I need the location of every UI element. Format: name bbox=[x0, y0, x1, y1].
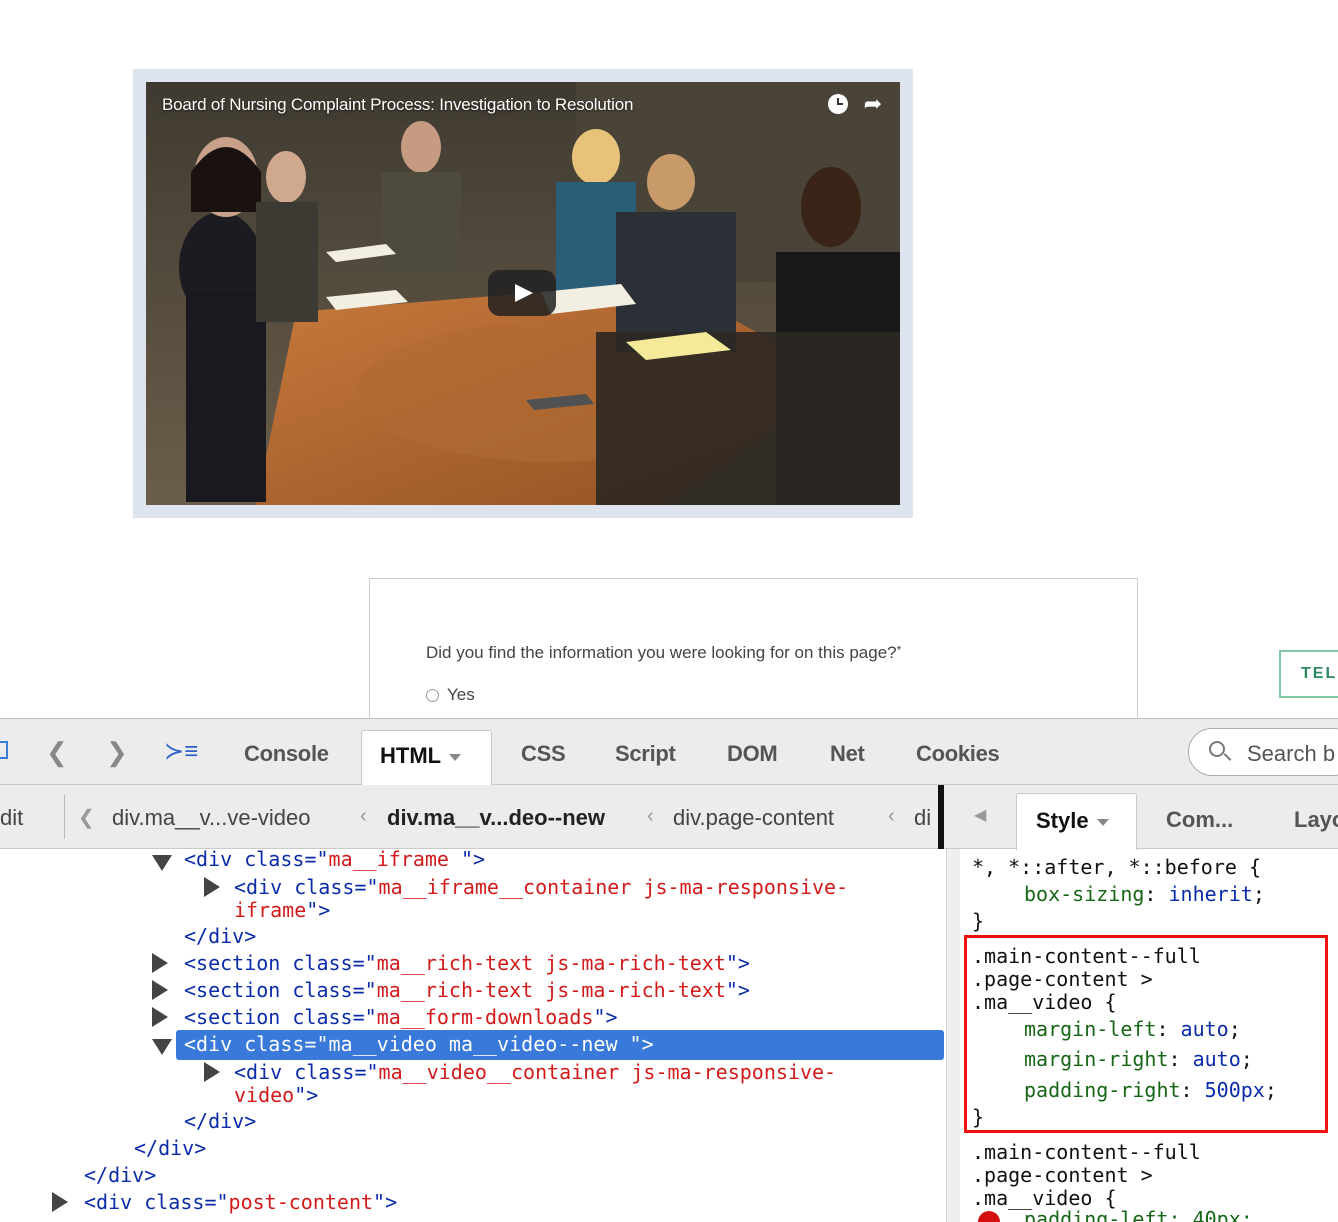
rule-selector: .main-content--full bbox=[972, 1140, 1201, 1164]
collapse-twisty-icon[interactable] bbox=[152, 980, 168, 1000]
play-button[interactable] bbox=[488, 270, 556, 316]
share-icon[interactable]: ➦ bbox=[864, 93, 882, 115]
tree-close: </div> bbox=[84, 1163, 157, 1187]
tab-dom[interactable]: DOM bbox=[727, 741, 778, 767]
rule-selector: .main-content--full bbox=[972, 944, 1201, 968]
search-placeholder: Search b bbox=[1247, 741, 1336, 766]
chevron-left-icon: ‹ bbox=[888, 805, 895, 827]
tree-node-selected[interactable]: <div class="ma__video ma__video--new "> bbox=[184, 1032, 654, 1056]
tree-node-cont: iframe"> bbox=[234, 898, 331, 922]
tree-close: </div> bbox=[134, 1136, 207, 1160]
tree-node[interactable]: <div class="ma__iframe "> bbox=[184, 849, 485, 871]
feedback-question-text: Did you find the information you were lo… bbox=[426, 643, 897, 662]
collapse-twisty-icon[interactable] bbox=[152, 953, 168, 973]
side-scroll-left-icon[interactable]: ◀ bbox=[974, 805, 986, 825]
scroll-left-icon[interactable]: ❮ bbox=[78, 805, 95, 830]
panel-divider[interactable] bbox=[946, 849, 960, 1222]
rule-selector: *, *::after, *::before { bbox=[972, 855, 1261, 879]
collapse-twisty-icon[interactable] bbox=[52, 1192, 68, 1212]
tab-script[interactable]: Script bbox=[615, 741, 676, 767]
tree-close: </div> bbox=[184, 1109, 257, 1133]
rule-selector: .ma__video { bbox=[972, 990, 1117, 1014]
collapse-twisty-icon[interactable] bbox=[204, 1062, 220, 1082]
tab-console[interactable]: Console bbox=[244, 741, 329, 767]
rule-declaration-disabled[interactable]: padding-left: 40px; bbox=[1024, 1207, 1253, 1222]
breadcrumb-item-active[interactable]: div.ma__v...deo--new bbox=[387, 805, 605, 831]
required-mark: * bbox=[896, 643, 902, 657]
breadcrumb-item[interactable]: div.page-content bbox=[673, 805, 834, 831]
video-top-icons: ➦ bbox=[827, 93, 882, 115]
tab-html-label: HTML bbox=[380, 743, 442, 768]
collapse-twisty-icon[interactable] bbox=[204, 877, 220, 897]
rule-selector: .page-content > bbox=[972, 1163, 1153, 1187]
disabled-rule-icon[interactable] bbox=[978, 1211, 1000, 1222]
divider bbox=[64, 795, 65, 839]
style-rules-panel: *, *::after, *::before { box-sizing: inh… bbox=[960, 849, 1338, 1222]
rule-declaration[interactable]: box-sizing: inherit; bbox=[1024, 882, 1265, 906]
chevron-left-icon: ‹ bbox=[647, 805, 654, 827]
rule-declaration[interactable]: margin-right: auto; bbox=[1024, 1047, 1253, 1071]
rule-close: } bbox=[972, 909, 985, 933]
tab-layout[interactable]: Layo bbox=[1294, 807, 1338, 833]
command-line-icon[interactable]: ≻≡ bbox=[164, 739, 198, 765]
tree-node[interactable]: <section class="ma__form-downloads"> bbox=[184, 1005, 618, 1029]
feedback-form: Did you find the information you were lo… bbox=[369, 578, 1138, 738]
tab-computed[interactable]: Com... bbox=[1166, 807, 1233, 833]
tree-node[interactable]: <section class="ma__rich-text js-ma-rich… bbox=[184, 951, 750, 975]
dropdown-caret-icon bbox=[1096, 818, 1109, 826]
video-player[interactable]: Board of Nursing Complaint Process: Inve… bbox=[146, 82, 900, 505]
search-icon bbox=[1209, 741, 1225, 757]
yes-label: Yes bbox=[447, 685, 475, 704]
devtools-panel: ❮ ❯ ≻≡ Console HTML CSS Script DOM Net C… bbox=[0, 718, 1338, 1222]
watch-later-icon[interactable] bbox=[827, 94, 848, 114]
tab-style-label: Style bbox=[1036, 808, 1089, 833]
rule-declaration[interactable]: padding-right: 500px; bbox=[1024, 1078, 1277, 1102]
collapse-twisty-icon[interactable] bbox=[152, 1007, 168, 1027]
tell-us-button[interactable]: TEL bbox=[1279, 650, 1338, 698]
edit-button[interactable]: dit bbox=[0, 805, 23, 831]
forward-arrow-icon[interactable]: ❯ bbox=[106, 739, 128, 765]
dropdown-caret-icon bbox=[449, 753, 462, 761]
breadcrumb-item[interactable]: div.ma__v...ve-video bbox=[112, 805, 311, 831]
rule-close: } bbox=[972, 1105, 985, 1129]
yes-radio[interactable] bbox=[426, 688, 439, 702]
tab-style[interactable]: Style bbox=[1016, 793, 1137, 850]
video-title: Board of Nursing Complaint Process: Inve… bbox=[162, 95, 634, 114]
search-input[interactable]: Search b bbox=[1188, 728, 1338, 776]
rule-declaration[interactable]: margin-left: auto; bbox=[1024, 1017, 1241, 1041]
feedback-question: Did you find the information you were lo… bbox=[426, 643, 901, 663]
tree-node[interactable]: <section class="ma__rich-text js-ma-rich… bbox=[184, 978, 750, 1002]
tab-cookies[interactable]: Cookies bbox=[916, 741, 1000, 767]
rule-selector: .page-content > bbox=[972, 967, 1153, 991]
expand-twisty-icon[interactable] bbox=[152, 1039, 172, 1055]
tab-net[interactable]: Net bbox=[830, 741, 865, 767]
panel-splitter[interactable] bbox=[938, 785, 944, 849]
tree-node[interactable]: <div class="ma__iframe__container js-ma-… bbox=[234, 875, 848, 899]
tab-html[interactable]: HTML bbox=[361, 730, 492, 786]
devtools-toolbar: ❮ ❯ ≻≡ Console HTML CSS Script DOM Net C… bbox=[0, 719, 1338, 786]
breadcrumb-item[interactable]: di bbox=[914, 805, 931, 831]
yes-option[interactable]: Yes bbox=[426, 685, 475, 705]
back-arrow-icon[interactable]: ❮ bbox=[46, 739, 68, 765]
tree-node[interactable]: <div class="ma__video__container js-ma-r… bbox=[234, 1060, 836, 1084]
breadcrumb: dit ❮ div.ma__v...ve-video ‹ div.ma__v..… bbox=[0, 785, 1338, 850]
html-tree: <div class="ma__iframe "> <div class="ma… bbox=[0, 849, 946, 1222]
expand-twisty-icon[interactable] bbox=[152, 855, 172, 871]
tree-close: </div> bbox=[184, 924, 257, 948]
tree-node[interactable]: <div class="post-content"> bbox=[84, 1190, 397, 1214]
tree-node-cont: video"> bbox=[234, 1083, 319, 1107]
chevron-left-icon: ‹ bbox=[360, 805, 367, 827]
inspect-icon[interactable] bbox=[0, 741, 8, 759]
tab-css[interactable]: CSS bbox=[521, 741, 566, 767]
